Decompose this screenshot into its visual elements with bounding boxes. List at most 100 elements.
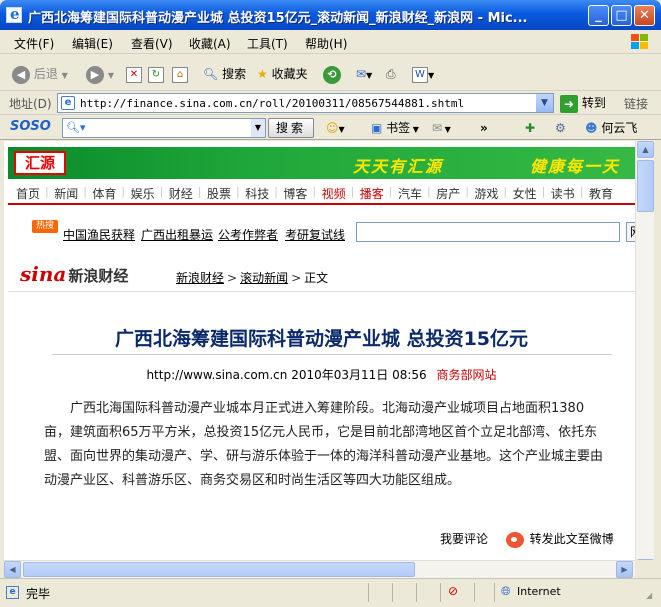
links-button[interactable]: 链接	[624, 95, 648, 112]
breadcrumb-sep-icon: >	[291, 271, 302, 285]
smile-dropdown-icon: ▼	[338, 125, 345, 134]
home-button[interactable]: ⌂	[172, 64, 188, 84]
menu-edit[interactable]: 编辑(E)	[72, 35, 113, 52]
channel-link[interactable]: 娱乐	[131, 185, 155, 202]
gear-icon: ⚙	[555, 121, 566, 135]
soso-dropdown-icon[interactable]: ▼	[251, 119, 265, 137]
soso-logo[interactable]: SOSO	[10, 119, 51, 134]
channel-separator: |	[83, 185, 87, 198]
channel-link[interactable]: 体育	[92, 185, 116, 202]
article-date: 2010年03月11日 08:56	[291, 368, 427, 382]
channel-link[interactable]: 视频	[322, 185, 346, 202]
status-pane-4	[474, 583, 492, 602]
vertical-scrollbar[interactable]: ▲ ▼	[635, 141, 654, 578]
channel-link[interactable]: 播客	[360, 185, 384, 202]
menu-view[interactable]: 查看(V)	[131, 35, 173, 52]
print-button[interactable]: ⎙	[386, 64, 396, 84]
window-right-frame	[654, 141, 661, 578]
soso-mail-button[interactable]: ✉ ▼	[432, 118, 451, 138]
channel-link[interactable]: 游戏	[474, 185, 498, 202]
refresh-button[interactable]: ↻	[148, 64, 164, 84]
close-button[interactable]: ✕	[634, 5, 655, 26]
window-title-bar[interactable]: 广西北海筹建国际科普动漫产业城 总投资15亿元_滚动新闻_新浪财经_新浪网 - …	[0, 0, 661, 30]
soso-search-button[interactable]: 搜索	[268, 118, 314, 138]
maximize-button[interactable]: □	[611, 5, 632, 26]
ie-app-icon[interactable]	[6, 5, 22, 23]
mail-button[interactable]: ✉▼	[356, 64, 372, 84]
channel-link[interactable]: 股票	[207, 185, 231, 202]
channel-link[interactable]: 房产	[436, 185, 460, 202]
channel-separator: |	[541, 185, 546, 198]
hot-link-1[interactable]: 中国渔民获释	[63, 226, 135, 243]
minimize-button[interactable]: _	[588, 5, 609, 26]
back-dropdown-icon[interactable]: ▼	[62, 71, 68, 80]
hot-link-2[interactable]: 广西出租暴运	[141, 226, 213, 243]
resize-grip-icon[interactable]: ◢	[646, 591, 652, 600]
horizontal-scroll-thumb[interactable]	[23, 562, 415, 577]
scroll-right-icon[interactable]: ▶	[616, 561, 633, 578]
star-icon: ★	[257, 67, 268, 81]
more-chevron-icon[interactable]: »	[480, 118, 488, 138]
hot-link-4[interactable]: 考研复试线	[285, 226, 345, 243]
menu-file[interactable]: 文件(F)	[14, 35, 54, 52]
hot-link-3[interactable]: 公考作弊者	[218, 226, 278, 243]
channel-link[interactable]: 科技	[245, 185, 269, 202]
status-zone[interactable]: 🌐︎ Internet	[494, 583, 644, 602]
channel-link[interactable]: 读书	[551, 185, 575, 202]
horizontal-scrollbar[interactable]: ◀ ▶	[4, 560, 635, 578]
channel-link[interactable]: 女性	[513, 185, 537, 202]
address-dropdown-icon[interactable]: ▼	[536, 94, 553, 112]
share-weibo-link[interactable]: 转发此文至微博	[530, 532, 614, 546]
channel-link[interactable]: 教育	[589, 185, 613, 202]
search-button[interactable]: 🔍︎ 搜索	[203, 64, 246, 84]
status-pane-popup[interactable]: ⊘	[440, 583, 472, 602]
scroll-left-icon[interactable]: ◀	[4, 561, 21, 578]
comment-link[interactable]: 我要评论	[440, 532, 488, 546]
favorites-button[interactable]: ★ 收藏夹	[257, 64, 308, 84]
breadcrumb-finance[interactable]: 新浪财经	[176, 271, 224, 285]
history-button[interactable]: ⟲	[323, 64, 341, 84]
ad-banner[interactable]: 汇源 天天有汇源 健康每一天	[8, 147, 635, 179]
vertical-scroll-thumb[interactable]	[637, 160, 654, 212]
bookmarks-button[interactable]: ▣ 书签 ▼	[371, 118, 419, 138]
mail-dropdown-icon[interactable]: ▼	[366, 71, 372, 80]
forward-dropdown-icon[interactable]: ▼	[108, 71, 114, 80]
forward-button[interactable]: ▶ ▼	[86, 64, 114, 84]
site-search-button[interactable]: 网	[626, 222, 635, 242]
menu-favorites[interactable]: 收藏(A)	[189, 35, 231, 52]
scroll-up-icon[interactable]: ▲	[637, 141, 654, 158]
menu-help[interactable]: 帮助(H)	[305, 35, 347, 52]
channel-separator: |	[503, 185, 508, 198]
page-icon: e	[61, 96, 75, 110]
forward-arrow-icon: ▶	[86, 65, 104, 84]
soso-smile-button[interactable]: ☺▼	[326, 118, 345, 138]
edit-button[interactable]: W ▼	[412, 64, 434, 84]
edit-dropdown-icon[interactable]: ▼	[428, 71, 434, 80]
stop-button[interactable]: ✕	[126, 64, 142, 84]
breadcrumb-rolling-news[interactable]: 滚动新闻	[240, 271, 288, 285]
home-icon: ⌂	[172, 66, 188, 83]
article-url: http://www.sina.com.cn	[146, 368, 288, 382]
site-search-input[interactable]	[356, 222, 620, 242]
go-button[interactable]: ➜ 转到	[560, 94, 606, 113]
back-label: 后退	[33, 67, 58, 81]
channel-link[interactable]: 财经	[169, 185, 193, 202]
soso-add-button[interactable]: ✚	[525, 118, 535, 138]
address-input[interactable]: e http://finance.sina.com.cn/roll/201003…	[57, 93, 554, 113]
channel-link[interactable]: 新闻	[54, 185, 78, 202]
soso-settings-button[interactable]: ⚙	[555, 118, 566, 138]
channel-link[interactable]: 汽车	[398, 185, 422, 202]
sina-finance-logo[interactable]: sina 新浪财经	[20, 262, 128, 286]
weibo-icon[interactable]	[505, 531, 524, 548]
channel-link[interactable]: 首页	[16, 185, 40, 202]
soso-user[interactable]: ☻ 何云飞	[585, 118, 637, 138]
article-source[interactable]: 商务部网站	[437, 368, 497, 382]
channel-separator: |	[312, 185, 317, 198]
channel-link[interactable]: 博客	[283, 185, 307, 202]
history-icon: ⟲	[323, 65, 341, 84]
page-viewport[interactable]: 汇源 天天有汇源 健康每一天 首页 | 新闻 | 体育 | 娱乐 | 财经 | 股票 | 科技 | 博客 | 视…	[4, 141, 635, 578]
menu-tools[interactable]: 工具(T)	[247, 35, 288, 52]
soso-search-input[interactable]: 🔍︎▾ ▼	[62, 118, 266, 138]
address-url[interactable]: http://finance.sina.com.cn/roll/20100311…	[80, 97, 464, 110]
back-button[interactable]: ◀ 后退 ▼	[12, 64, 68, 84]
